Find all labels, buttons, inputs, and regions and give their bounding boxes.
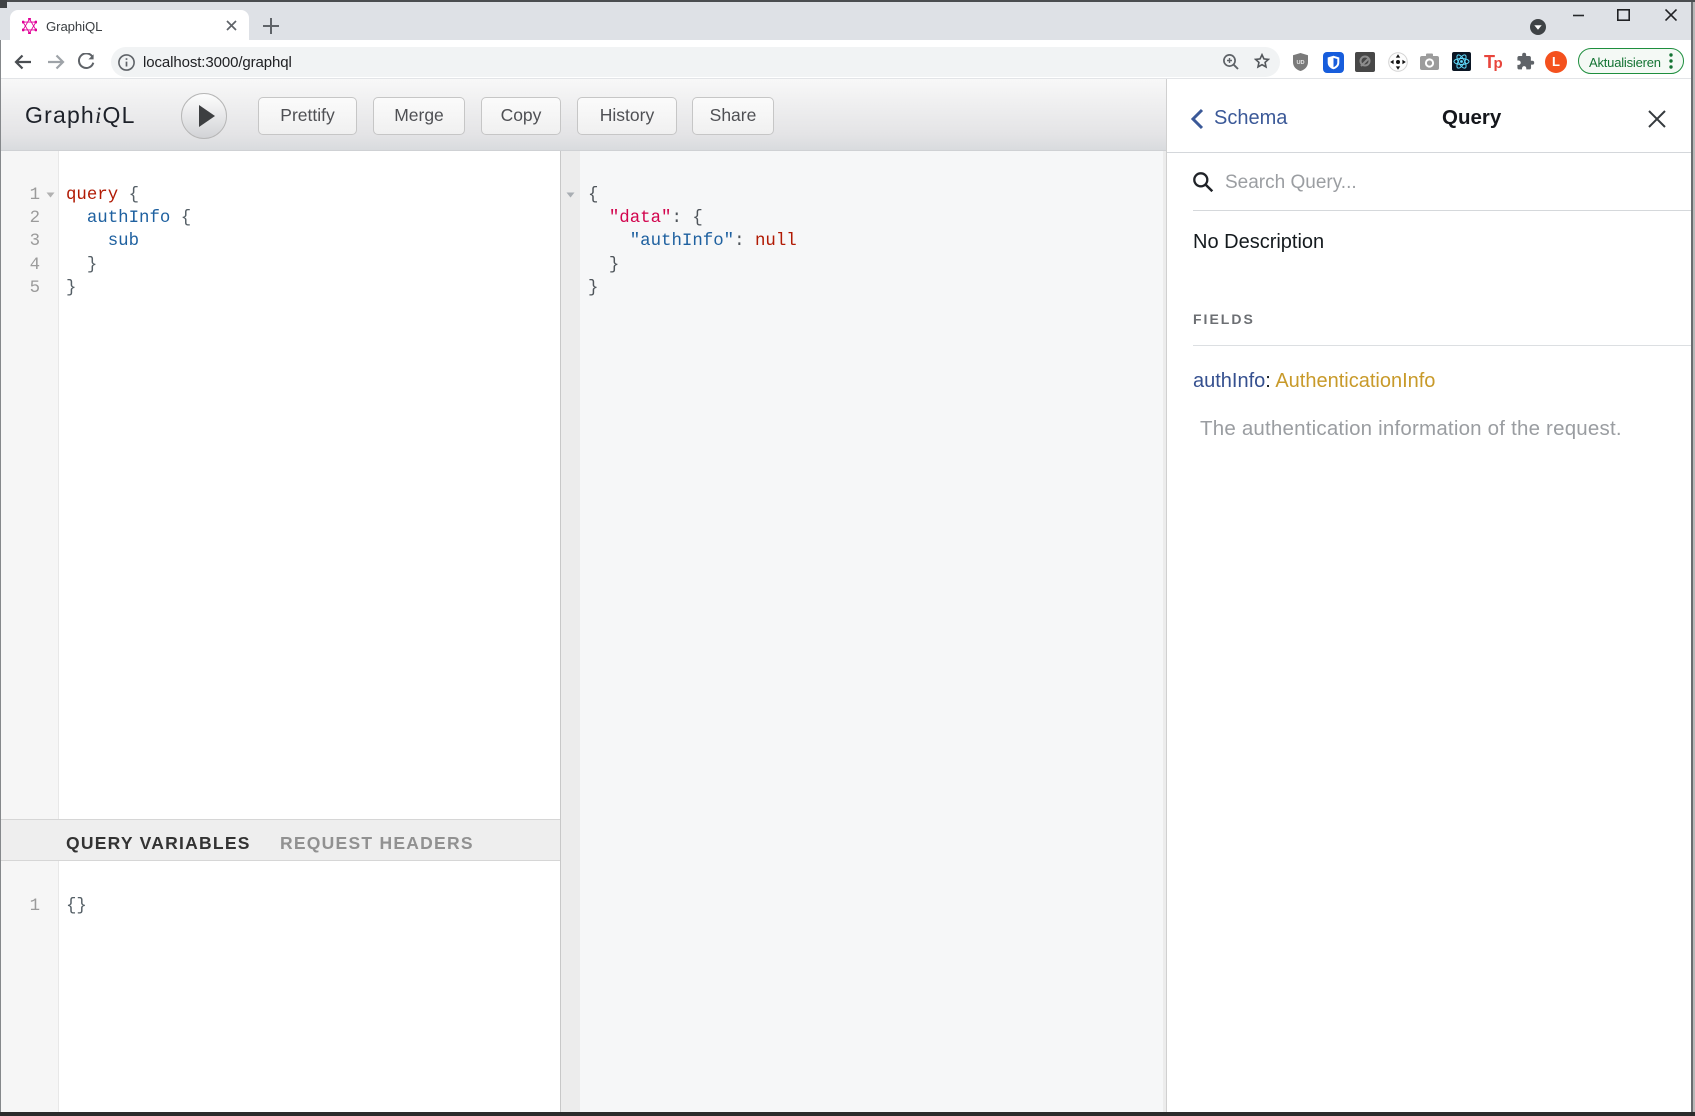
svg-text:UD: UD [1296,60,1304,66]
